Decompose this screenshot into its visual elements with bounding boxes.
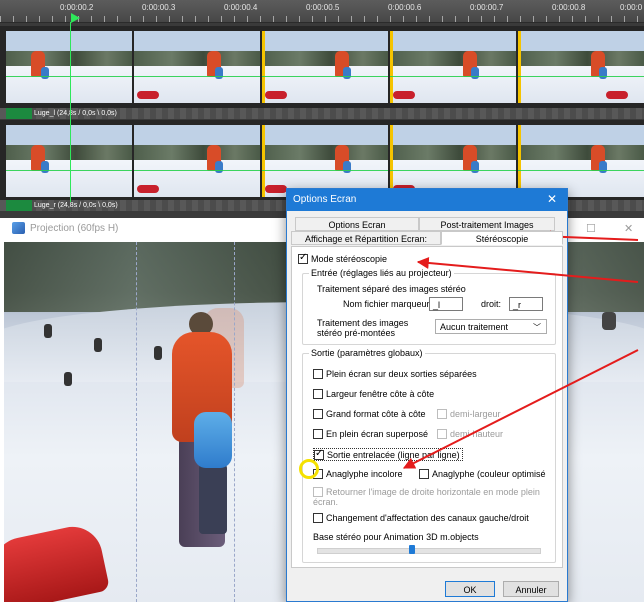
checkbox[interactable]	[313, 486, 323, 497]
slider-thumb[interactable]	[409, 545, 416, 554]
timecode: 0:00:00.6	[388, 3, 422, 12]
timecode: 0:00:00.3	[142, 3, 176, 12]
half-height-option[interactable]: demi-hauteur	[437, 428, 503, 439]
checkbox[interactable]	[313, 368, 323, 379]
tab-affichage[interactable]: Affichage et Répartition Ecran:	[291, 231, 441, 245]
right-label: droit:	[481, 299, 502, 309]
sled	[4, 521, 111, 602]
app-icon	[12, 222, 25, 234]
large-side-option[interactable]: Grand format côte à côte	[313, 408, 426, 419]
maximize-icon[interactable]: ☐	[586, 222, 596, 235]
track-frame[interactable]	[390, 125, 516, 197]
guide-line	[136, 242, 137, 602]
playhead-line	[70, 22, 71, 202]
stereoscopy-panel: Mode stéréoscopie Entrée (réglages liés …	[291, 246, 563, 568]
timecode: 0:00:00.2	[60, 3, 94, 12]
marker-name-label: Nom fichier marqueur	[343, 299, 430, 309]
chevron-down-icon: ﹀	[533, 323, 541, 332]
output-group: Sortie (paramètres globaux) Plein écran …	[302, 348, 556, 563]
dialog-titlebar[interactable]: Options Ecran ✕	[287, 189, 567, 211]
track-frame[interactable]	[518, 31, 644, 103]
tab-post-traitement[interactable]: Post-traitement Images	[419, 217, 555, 231]
track-frame[interactable]	[262, 125, 388, 197]
checkbox[interactable]	[437, 428, 447, 439]
track-frame[interactable]	[262, 31, 388, 103]
timecode: 0:00:0	[620, 3, 643, 12]
ok-button[interactable]: OK	[445, 581, 495, 597]
checkbox[interactable]	[314, 448, 324, 460]
premounted-label: Traitement des images stéréo pré-montées	[317, 318, 409, 338]
stereo-base-slider[interactable]	[317, 548, 541, 554]
projection-title: Projection (60fps H)	[30, 223, 119, 234]
track-frame[interactable]	[6, 31, 132, 103]
checkbox[interactable]	[419, 468, 429, 479]
tab-strip: Options Ecran Post-traitement Images Aff…	[291, 215, 563, 247]
image-track-left[interactable]	[0, 26, 644, 108]
close-icon[interactable]: ✕	[547, 192, 557, 206]
options-dialog: Options Ecran ✕ Options Ecran Post-trait…	[286, 188, 568, 602]
input-group: Entrée (réglages liés au projecteur) Tra…	[302, 268, 556, 345]
track-frame[interactable]	[518, 125, 644, 197]
track-label: Luge_r (24,8s / 0,0s \ 0,0s)	[6, 200, 118, 211]
premounted-select[interactable]: Aucun traitement ﹀	[435, 319, 547, 334]
swap-channels-option[interactable]: Changement d'affectation des canaux gauc…	[313, 512, 529, 523]
timecode: 0:00:00.8	[552, 3, 586, 12]
fullscreen-two-option[interactable]: Plein écran sur deux sorties séparées	[313, 368, 477, 379]
flip-right-option[interactable]: Retourner l'image de droite horizontale …	[313, 486, 543, 507]
playhead-handle[interactable]	[71, 13, 80, 23]
close-icon[interactable]: ✕	[624, 222, 633, 235]
timecode: 0:00:00.7	[470, 3, 504, 12]
fullscreen-over-option[interactable]: En plein écran superposé	[313, 428, 428, 439]
timeline-ruler[interactable]: 0:00:00.2 0:00:00.3 0:00:00.4 0:00:00.5 …	[0, 0, 644, 23]
interlaced-option[interactable]: Sortie entrelacée (ligne par ligne)	[313, 448, 463, 461]
half-width-option[interactable]: demi-largeur	[437, 408, 501, 419]
checkbox[interactable]	[313, 388, 323, 399]
timecode: 0:00:00.5	[306, 3, 340, 12]
stereo-mode-checkbox[interactable]	[298, 252, 308, 264]
separate-label: Traitement séparé des images stéréo	[317, 284, 466, 294]
stereo-base-label: Base stéréo pour Animation 3D m.objects	[313, 532, 479, 542]
track-frame[interactable]	[6, 125, 132, 197]
checkbox[interactable]	[313, 428, 323, 439]
track-label: Luge_l (24,8s / 0,0s \ 0,0s)	[6, 108, 117, 119]
cancel-button[interactable]: Annuler	[503, 581, 559, 597]
ruler-ticks	[0, 16, 644, 22]
checkbox[interactable]	[437, 408, 447, 419]
tab-stereoscopie[interactable]: Stéréoscopie	[441, 231, 563, 245]
side-by-side-option[interactable]: Largeur fenêtre côte à côte	[313, 388, 434, 399]
highlight-circle	[299, 459, 319, 479]
tab-options-ecran[interactable]: Options Ecran	[295, 217, 419, 231]
timecode: 0:00:00.4	[224, 3, 258, 12]
checkbox[interactable]	[313, 408, 323, 419]
track-frame[interactable]	[134, 125, 260, 197]
track-frame[interactable]	[390, 31, 516, 103]
stereo-mode-option[interactable]: Mode stéréoscopie	[298, 252, 387, 264]
dialog-title: Options Ecran	[293, 194, 357, 205]
marker-right-input[interactable]: _r	[509, 297, 543, 311]
anaglyph-color-option[interactable]: Anaglyphe (couleur optimisé	[419, 468, 546, 479]
checkbox[interactable]	[313, 512, 323, 523]
guide-line	[234, 242, 235, 602]
track-frame[interactable]	[134, 31, 260, 103]
marker-left-input[interactable]: _l	[429, 297, 463, 311]
anaglyph-gray-option[interactable]: Anaglyphe incolore	[313, 468, 403, 479]
